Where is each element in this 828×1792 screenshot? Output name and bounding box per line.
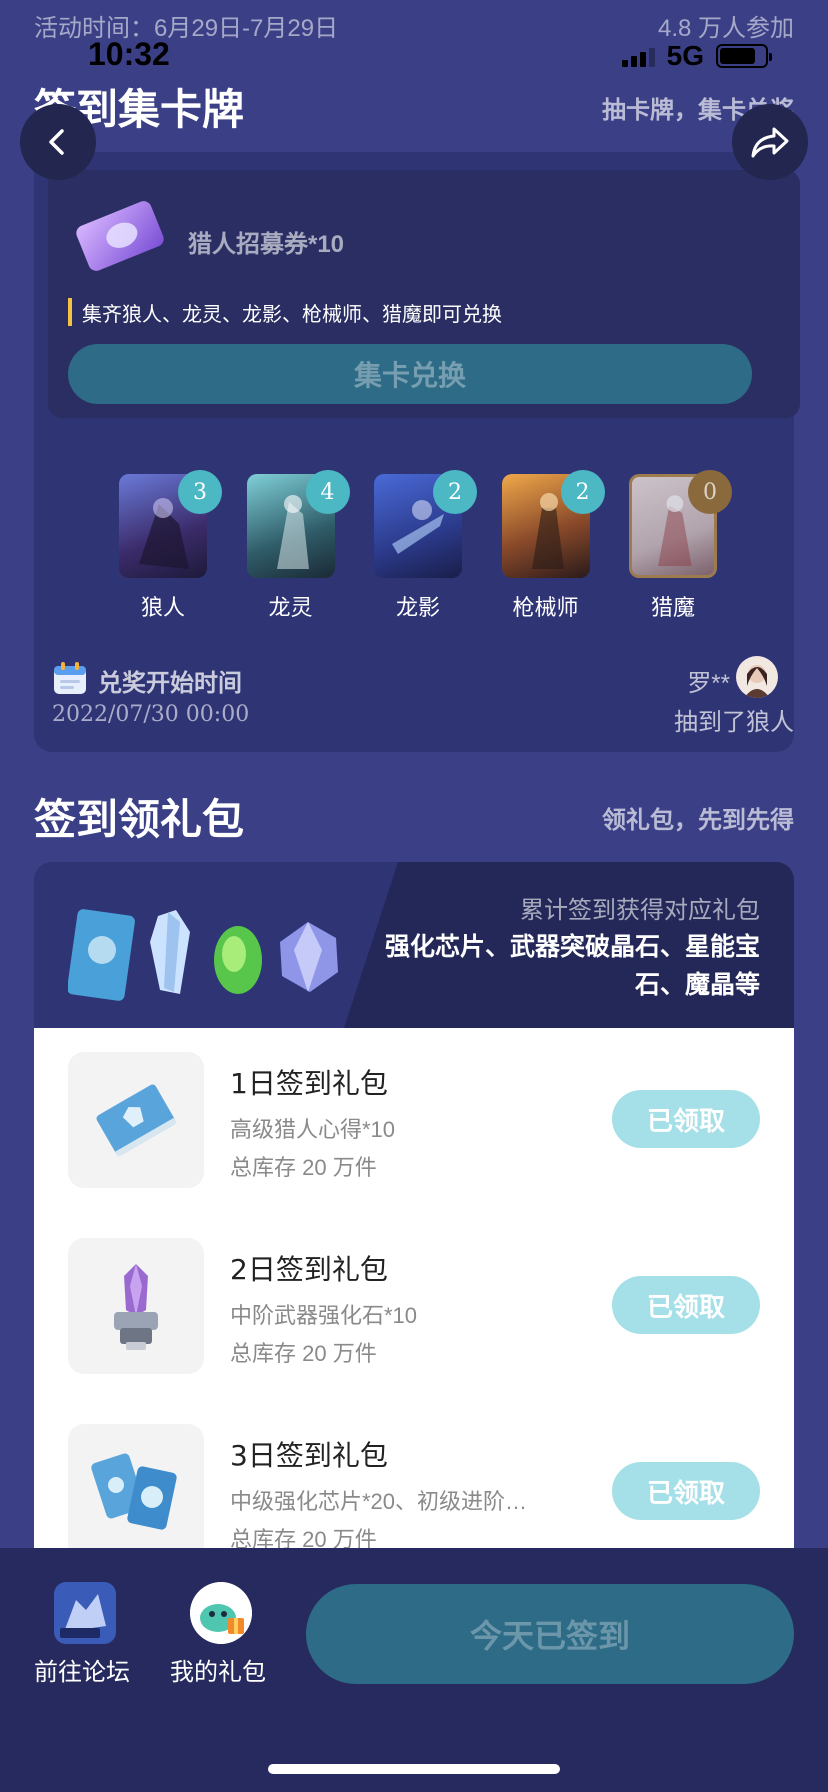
card-collection-row: 3 狼人 4 龙灵 2 龙影 2 枪械师 0 猎魔	[108, 470, 732, 622]
exchange-start-label: 兑奖开始时间	[98, 670, 242, 697]
exchange-button[interactable]: 集卡兑换	[68, 344, 752, 404]
enhance-stone-icon	[114, 1264, 158, 1350]
gift-content: 中级强化芯片*20、初级进阶…	[230, 1489, 528, 1514]
card-count-badge: 2	[433, 470, 477, 514]
card-name: 猎魔	[650, 595, 695, 620]
activity-time: 活动时间：6月29日-7月29日	[34, 15, 339, 42]
avatar	[736, 656, 778, 698]
reward-name: 猎人招募券*10	[188, 231, 345, 258]
winner-action: 抽到了狼人	[674, 709, 794, 736]
collect-rule: 集齐狼人、龙灵、龙影、枪械师、猎魔即可兑换	[82, 304, 502, 326]
sign-in-button[interactable]: 今天已签到	[306, 1584, 794, 1684]
card-count-badge: 0	[688, 470, 732, 514]
status-clock: 10:32	[88, 36, 170, 72]
card-name: 枪械师	[512, 595, 579, 620]
card-name: 龙影	[395, 595, 440, 620]
exchange-start-time: 2022/07/30 00:00	[52, 702, 250, 727]
participant-count: 4.8 万人参加	[657, 15, 794, 42]
share-button[interactable]	[732, 104, 808, 180]
rule-accent-bar	[68, 298, 72, 326]
my-gifts-icon[interactable]	[190, 1582, 252, 1644]
gift-stock: 总库存 20 万件	[230, 1341, 377, 1366]
claim-button[interactable]: 已领取	[612, 1276, 760, 1334]
gift-section-title: 签到领礼包	[34, 796, 245, 843]
list-item: 1日签到礼包 高级猎人心得*10 总库存 20 万件 已领取	[34, 1028, 794, 1188]
card-item-dragon-spirit[interactable]: 4 龙灵	[236, 470, 350, 622]
card-count-badge: 3	[178, 470, 222, 514]
gift-name: 2日签到礼包	[230, 1253, 388, 1286]
gift-name: 3日签到礼包	[230, 1439, 388, 1472]
recruit-ticket-icon	[76, 201, 164, 271]
signal-icon	[621, 45, 655, 67]
card-count-badge: 4	[305, 470, 350, 514]
share-icon	[751, 127, 789, 158]
home-indicator	[268, 1764, 560, 1774]
back-button[interactable]	[20, 104, 96, 180]
card-name: 龙灵	[268, 595, 313, 620]
status-indicators: 5G	[621, 40, 772, 72]
claim-button[interactable]: 已领取	[612, 1090, 760, 1148]
card-count-badge: 2	[560, 470, 605, 514]
gift-thumbnail	[68, 1424, 204, 1548]
card-item-demon-hunter[interactable]: 0 猎魔	[618, 470, 732, 622]
my-gifts-label[interactable]: 我的礼包	[170, 1652, 266, 1687]
battery-icon	[716, 44, 772, 68]
card-item-dragon-shadow[interactable]: 2 龙影	[363, 470, 477, 622]
gift-content: 中阶武器强化石*10	[230, 1303, 418, 1328]
gift-thumbnail	[68, 1238, 204, 1374]
chevron-left-icon	[49, 129, 64, 155]
gift-section-subtitle: 领礼包，先到先得	[602, 807, 794, 834]
gift-stock: 总库存 20 万件	[230, 1527, 377, 1548]
list-item: 2日签到礼包 中阶武器强化石*10 总库存 20 万件 已领取	[34, 1214, 794, 1374]
forum-label[interactable]: 前往论坛	[34, 1652, 130, 1687]
card-item-werewolf[interactable]: 3 狼人	[108, 470, 222, 622]
network-label: 5G	[666, 40, 704, 71]
card-item-gunsmith[interactable]: 2 枪械师	[491, 470, 605, 622]
calendar-icon	[54, 662, 86, 694]
book-icon	[96, 1084, 177, 1157]
chip-cards-icon	[91, 1453, 177, 1530]
list-item: 3日签到礼包 中级强化芯片*20、初级进阶… 总库存 20 万件 已领取	[34, 1400, 794, 1548]
winner-name: 罗**	[687, 670, 730, 697]
card-name: 狼人	[140, 595, 185, 620]
claim-button[interactable]: 已领取	[612, 1462, 760, 1520]
gift-content: 高级猎人心得*10	[230, 1117, 396, 1142]
banner-description: 强化芯片、武器突破晶石、星能宝石、魔晶等	[384, 933, 760, 999]
banner-subtitle: 累计签到获得对应礼包	[520, 897, 760, 924]
gift-thumbnail	[68, 1052, 204, 1188]
forum-icon[interactable]	[54, 1582, 116, 1644]
gift-stock: 总库存 20 万件	[230, 1155, 377, 1180]
reward-items-illustration	[68, 909, 338, 1001]
gift-list: 1日签到礼包 高级猎人心得*10 总库存 20 万件 已领取 2日签到礼包 中阶…	[34, 1028, 794, 1548]
gift-name: 1日签到礼包	[230, 1067, 388, 1100]
